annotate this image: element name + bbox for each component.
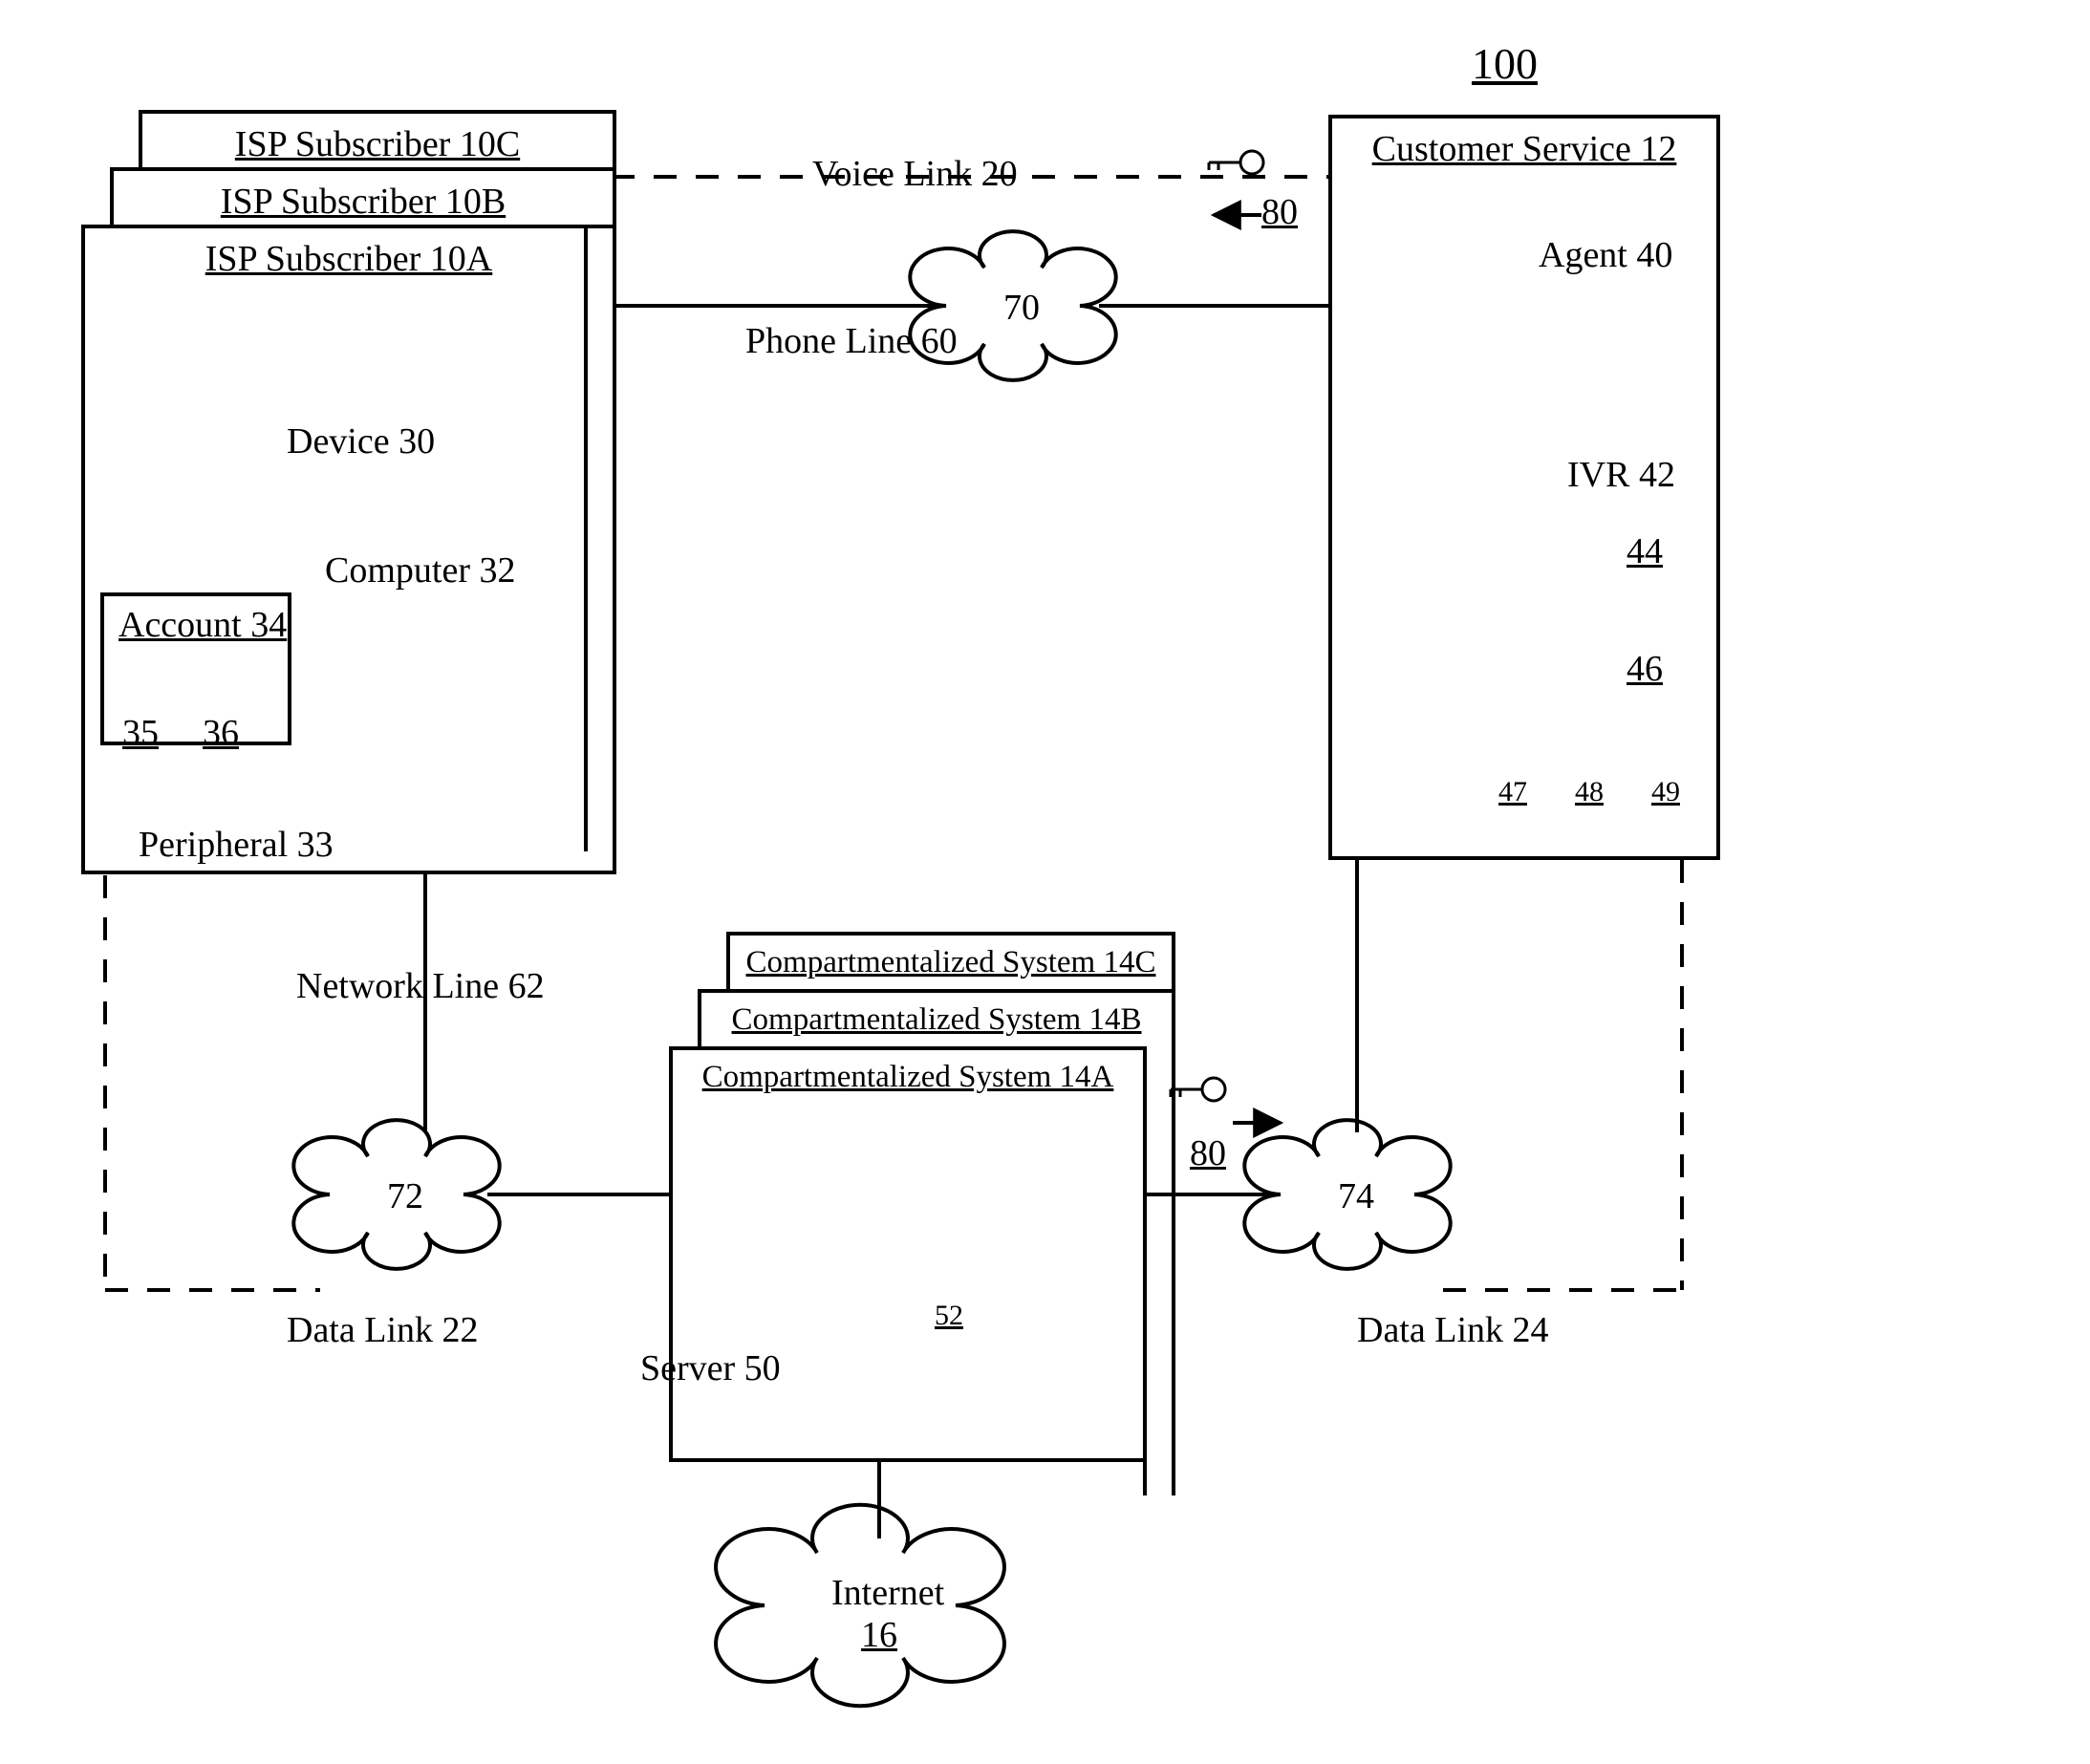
customer-service-title: Customer Service 12 xyxy=(1372,128,1677,170)
compartment-a-panel: Compartmentalized System 14A xyxy=(669,1046,1147,1462)
compartment-a-title: Compartmentalized System 14A xyxy=(702,1060,1114,1095)
account-key-num: 36 xyxy=(203,712,239,754)
isp-subscriber-b-title: ISP Subscriber 10B xyxy=(221,181,506,223)
computer-label: Computer 32 xyxy=(325,549,515,592)
cloud-70-label: 70 xyxy=(1003,287,1040,329)
compartment-b-panel: Compartmentalized System 14B xyxy=(698,989,1175,1046)
isp-subscriber-a-title: ISP Subscriber 10A xyxy=(205,238,492,280)
phone-line-label: Phone Line 60 xyxy=(745,320,958,362)
network-line-label: Network Line 62 xyxy=(296,965,545,1007)
voice-link-label: Voice Link 20 xyxy=(812,153,1018,195)
isp-subscriber-c-panel: ISP Subscriber 10C xyxy=(139,110,616,167)
server-db-label: 52 xyxy=(935,1300,963,1332)
cloud-internet-label: Internet 16 xyxy=(831,1572,927,1656)
internet-text: Internet xyxy=(831,1573,944,1613)
device-label: Device 30 xyxy=(287,420,435,463)
box48-label: 48 xyxy=(1575,776,1604,808)
account-user-num: 35 xyxy=(122,712,159,754)
cloud-74-label: 74 xyxy=(1338,1175,1374,1217)
account-title: Account 34 xyxy=(119,604,287,646)
key-80-data-label: 80 xyxy=(1190,1132,1226,1174)
box47-label: 47 xyxy=(1498,776,1527,808)
box49-label: 49 xyxy=(1651,776,1680,808)
db46-label: 46 xyxy=(1627,648,1663,690)
data-link-22-label: Data Link 22 xyxy=(287,1309,479,1351)
compartment-c-panel: Compartmentalized System 14C xyxy=(726,932,1175,989)
isp-subscriber-b-panel: ISP Subscriber 10B xyxy=(110,167,616,225)
server-label: Server 50 xyxy=(640,1347,781,1389)
peripheral-label: Peripheral 33 xyxy=(139,824,334,866)
compartment-b-title: Compartmentalized System 14B xyxy=(732,1002,1142,1038)
data-link-24-label: Data Link 24 xyxy=(1357,1309,1549,1351)
db44-label: 44 xyxy=(1627,530,1663,572)
ivr-label: IVR 42 xyxy=(1567,454,1675,496)
agent-label: Agent 40 xyxy=(1539,234,1672,276)
key-80-voice-label: 80 xyxy=(1261,191,1298,233)
internet-num: 16 xyxy=(861,1615,897,1655)
figure-number: 100 xyxy=(1472,38,1538,89)
isp-subscriber-c-title: ISP Subscriber 10C xyxy=(235,123,520,165)
cloud-72-label: 72 xyxy=(387,1175,423,1217)
compartment-c-title: Compartmentalized System 14C xyxy=(746,945,1156,980)
